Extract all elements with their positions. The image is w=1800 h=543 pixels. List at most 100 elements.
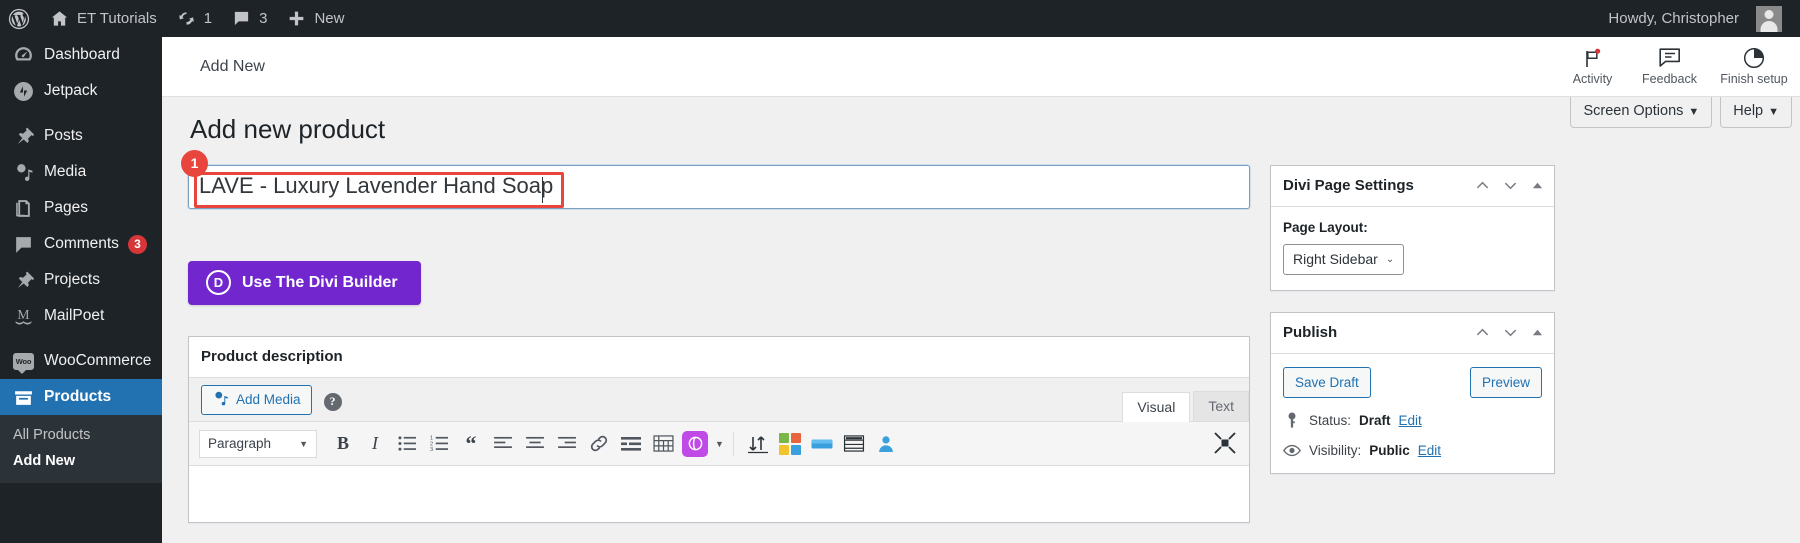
updates-menu[interactable]: 1 [167, 0, 222, 37]
help-label: Help [1733, 103, 1764, 119]
finish-setup-button[interactable]: Finish setup [1708, 37, 1800, 97]
publish-panel: Publish Save Draft Preview Status: Draft… [1270, 311, 1555, 474]
sidebar-item-label: Media [44, 163, 87, 181]
wordpress-logo-icon [8, 8, 30, 30]
tab-visual[interactable]: Visual [1122, 391, 1191, 422]
italic-button[interactable]: I [360, 430, 390, 458]
use-divi-builder-button[interactable]: D Use The Divi Builder [188, 260, 421, 305]
sidebar-item-posts[interactable]: Posts [0, 118, 162, 154]
product-title-input[interactable] [188, 164, 1250, 209]
sidebar-item-label: WooCommerce [44, 352, 152, 370]
insert-arrows-button[interactable] [743, 430, 773, 458]
feedback-label: Feedback [1642, 72, 1697, 86]
sidebar-item-label: Dashboard [44, 46, 120, 64]
submenu-item-all-products[interactable]: All Products [0, 422, 162, 448]
status-edit-link[interactable]: Edit [1399, 413, 1422, 428]
feedback-button[interactable]: Feedback [1631, 37, 1708, 97]
sidebar-item-pages[interactable]: Pages [0, 190, 162, 226]
sidebar-item-dashboard[interactable]: Dashboard [0, 37, 162, 73]
toggle-panel-icon[interactable] [1531, 326, 1544, 339]
paragraph-format-value: Paragraph [208, 436, 272, 452]
color-grid-button[interactable] [775, 430, 805, 458]
sidebar-item-label: Comments [44, 235, 119, 253]
submenu-item-add-new[interactable]: Add New [0, 448, 162, 474]
panel-title: Publish [1283, 323, 1338, 341]
insert-link-button[interactable] [584, 430, 614, 458]
bold-button[interactable]: B [328, 430, 358, 458]
publish-actions-row: Save Draft Preview [1283, 366, 1542, 398]
page-body: Add new product 1 D Use The Divi Builder… [162, 97, 1800, 523]
avatar [1756, 5, 1782, 32]
divi-button-label: Use The Divi Builder [242, 273, 398, 291]
comments-menu[interactable]: 3 [222, 0, 277, 37]
visibility-edit-link[interactable]: Edit [1418, 443, 1441, 458]
color-palette-icon [778, 432, 801, 455]
numbered-list-button[interactable]: 123 [424, 430, 454, 458]
panel-body: Save Draft Preview Status: Draft Edit Vi… [1271, 354, 1554, 473]
blockquote-button[interactable]: “ [456, 430, 486, 458]
divi-shortcode-button[interactable] [680, 430, 710, 458]
breadcrumb: Add New [200, 57, 265, 75]
toggle-panel-icon[interactable] [1531, 179, 1544, 192]
site-name-menu[interactable]: ET Tutorials [40, 0, 167, 37]
sidebar-item-jetpack[interactable]: Jetpack [0, 73, 162, 109]
main-content: Add New Activity Feedback Finish setup S… [162, 37, 1800, 543]
read-more-button[interactable] [616, 430, 646, 458]
sidebar-item-products[interactable]: Products [0, 379, 162, 415]
move-up-icon[interactable] [1475, 178, 1490, 193]
activity-button[interactable]: Activity [1554, 37, 1631, 97]
post-body-main-column: 1 D Use The Divi Builder Product descrip… [181, 149, 1250, 523]
panel-controls [1475, 325, 1544, 340]
align-left-button[interactable] [488, 430, 518, 458]
toolbar-toggle-button[interactable] [648, 430, 678, 458]
products-submenu: All Products Add New [0, 415, 162, 483]
move-up-icon[interactable] [1475, 325, 1490, 340]
sidebar-item-comments[interactable]: Comments 3 [0, 226, 162, 262]
divi-logo-icon: D [206, 270, 231, 296]
status-row: Status: Draft Edit [1283, 412, 1542, 429]
page-layout-select[interactable]: Right Sidebar ⌄ [1283, 243, 1405, 275]
sidebar-item-media[interactable]: Media [0, 154, 162, 190]
sidebar-item-projects[interactable]: Projects [0, 262, 162, 298]
fullscreen-icon[interactable] [1213, 431, 1237, 455]
move-down-icon[interactable] [1503, 325, 1518, 340]
page-title: Add new product [190, 114, 386, 144]
chevron-down-icon: ▼ [1688, 106, 1700, 118]
new-content-menu[interactable]: New [277, 0, 354, 37]
sidebar-item-woocommerce[interactable]: Woo WooCommerce [0, 343, 162, 379]
insert-table-button[interactable] [839, 430, 869, 458]
screen-options-tab[interactable]: Screen Options ▼ [1570, 97, 1713, 129]
chevron-down-icon: ▼ [1768, 106, 1779, 118]
admin-bar: ET Tutorials 1 3 New Howdy, Christopher [0, 0, 1800, 37]
mailpoet-icon: M [13, 306, 34, 327]
comments-count-badge: 3 [127, 234, 147, 254]
wp-logo-menu[interactable] [0, 0, 40, 37]
page-layout-value: Right Sidebar [1293, 251, 1378, 268]
svg-text:M: M [17, 307, 29, 322]
help-tab[interactable]: Help ▼ [1720, 97, 1792, 129]
chevron-down-icon[interactable]: ▼ [715, 439, 724, 449]
insert-bar-button[interactable] [807, 430, 837, 458]
add-media-button[interactable]: Add Media [201, 384, 312, 415]
help-icon[interactable]: ? [323, 392, 342, 411]
my-account-menu[interactable]: Howdy, Christopher [1598, 0, 1800, 37]
bulleted-list-button[interactable] [392, 430, 422, 458]
editor-content-area[interactable] [189, 465, 1249, 522]
align-center-button[interactable] [520, 430, 550, 458]
sidebar-item-mailpoet[interactable]: M MailPoet [0, 298, 162, 334]
flag-icon [1583, 47, 1603, 69]
move-down-icon[interactable] [1503, 178, 1518, 193]
tab-text[interactable]: Text [1193, 390, 1249, 421]
editor-mode-tabs: Visual Text [1119, 390, 1249, 422]
dashboard-icon [13, 45, 34, 66]
save-draft-button[interactable]: Save Draft [1283, 366, 1371, 398]
paragraph-format-select[interactable]: Paragraph ▼ [199, 429, 317, 458]
new-label: New [314, 10, 345, 27]
sidebar-item-label: MailPoet [44, 307, 105, 325]
align-right-button[interactable] [552, 430, 582, 458]
sidebar-item-label: Pages [44, 199, 88, 217]
comment-bubble-icon [13, 234, 34, 255]
insert-person-button[interactable] [871, 430, 901, 458]
preview-button[interactable]: Preview [1469, 366, 1542, 398]
page-layout-label: Page Layout: [1283, 219, 1368, 235]
